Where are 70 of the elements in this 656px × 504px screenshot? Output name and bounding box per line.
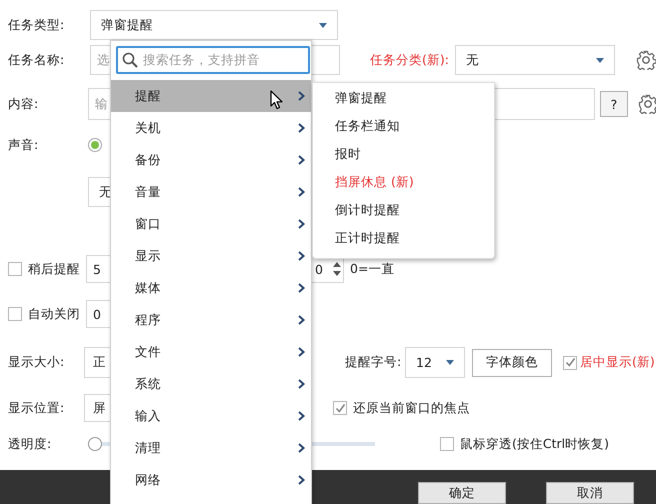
checkbox[interactable]: [8, 262, 22, 276]
search-placeholder: 搜索任务，支持拼音: [143, 52, 260, 68]
settings-icon[interactable]: [638, 94, 656, 114]
chevron-icon: [298, 475, 305, 485]
chevron-icon: [298, 443, 305, 453]
ok-button[interactable]: 确定: [418, 482, 506, 504]
checkbox[interactable]: [333, 401, 347, 415]
menu-item[interactable]: 窗口: [111, 208, 311, 240]
menu-item[interactable]: 关机: [111, 112, 311, 144]
slider-thumb[interactable]: [88, 437, 102, 451]
field-label: 任务名称:: [7, 52, 66, 68]
field-label: 居中显示(新): [580, 354, 656, 371]
checkbox[interactable]: [563, 356, 577, 370]
font-size-dropdown[interactable]: 12: [405, 347, 465, 378]
hint-text: 0=一直: [350, 260, 394, 278]
field-label: 显示位置:: [7, 400, 66, 416]
caret-icon: [446, 360, 454, 365]
menu-item[interactable]: 提醒: [111, 80, 311, 112]
chevron-icon: [298, 91, 305, 101]
field-label: 任务分类(新):: [370, 52, 450, 68]
chevron-icon: [298, 155, 305, 165]
chevron-icon: [298, 251, 305, 261]
submenu-item[interactable]: 弹窗提醒: [313, 84, 494, 112]
chevron-icon: [298, 187, 305, 197]
task-type-dropdown[interactable]: 弹窗提醒: [90, 10, 338, 40]
submenu-item[interactable]: 正计时提醒: [313, 224, 494, 252]
menu-item[interactable]: 网络: [111, 464, 311, 496]
chevron-icon: [298, 379, 305, 389]
menu-item[interactable]: 媒体: [111, 272, 311, 304]
caret-icon: [319, 22, 327, 28]
menu-item[interactable]: 备份: [111, 144, 311, 176]
field-label: 自动关闭: [28, 306, 81, 322]
font-color-button[interactable]: 字体颜色: [472, 348, 552, 376]
submenu-item[interactable]: 挡屏休息 (新): [313, 168, 494, 196]
chevron-icon: [298, 411, 305, 421]
radio-button[interactable]: [88, 138, 102, 152]
chevron-icon: [298, 283, 305, 293]
caret-icon: [596, 58, 604, 62]
field-label: 内容:: [7, 96, 40, 112]
field-label: 鼠标穿透(按住Ctrl时恢复): [460, 436, 610, 452]
menu-item[interactable]: 输入: [111, 400, 311, 432]
search-icon: [122, 52, 138, 68]
menu-item[interactable]: 程序: [111, 304, 311, 336]
spinner-icon[interactable]: [333, 261, 341, 277]
submenu-item[interactable]: 倒计时提醒: [313, 196, 494, 224]
menu-item[interactable]: 音量: [111, 176, 311, 208]
menu-item[interactable]: 系统: [111, 368, 311, 400]
cancel-button[interactable]: 取消: [546, 482, 634, 504]
field-label: 显示大小:: [7, 354, 66, 371]
field-label: 提醒字号:: [345, 354, 402, 371]
chevron-icon: [298, 219, 305, 229]
field-label: 还原当前窗口的焦点: [353, 400, 471, 416]
menu-item[interactable]: 显示: [111, 240, 311, 272]
chevron-icon: [298, 123, 305, 133]
field-label: 透明度:: [7, 436, 52, 452]
menu-item[interactable]: 文件: [111, 336, 311, 368]
chevron-icon: [298, 315, 305, 325]
help-button[interactable]: ?: [600, 91, 628, 117]
menu-item[interactable]: 清理: [111, 432, 311, 464]
cursor-icon: [270, 90, 283, 110]
chevron-icon: [298, 347, 305, 357]
checkbox[interactable]: [8, 307, 22, 321]
field-label: 稍后提醒: [28, 260, 81, 278]
category-dropdown[interactable]: 无: [455, 45, 615, 75]
field-label: 任务类型:: [7, 16, 66, 34]
field-label: 声音:: [7, 136, 40, 154]
settings-icon[interactable]: [636, 50, 656, 70]
submenu-item[interactable]: 报时: [313, 140, 494, 168]
submenu-item[interactable]: 任务栏通知: [313, 112, 494, 140]
checkbox[interactable]: [440, 437, 454, 451]
